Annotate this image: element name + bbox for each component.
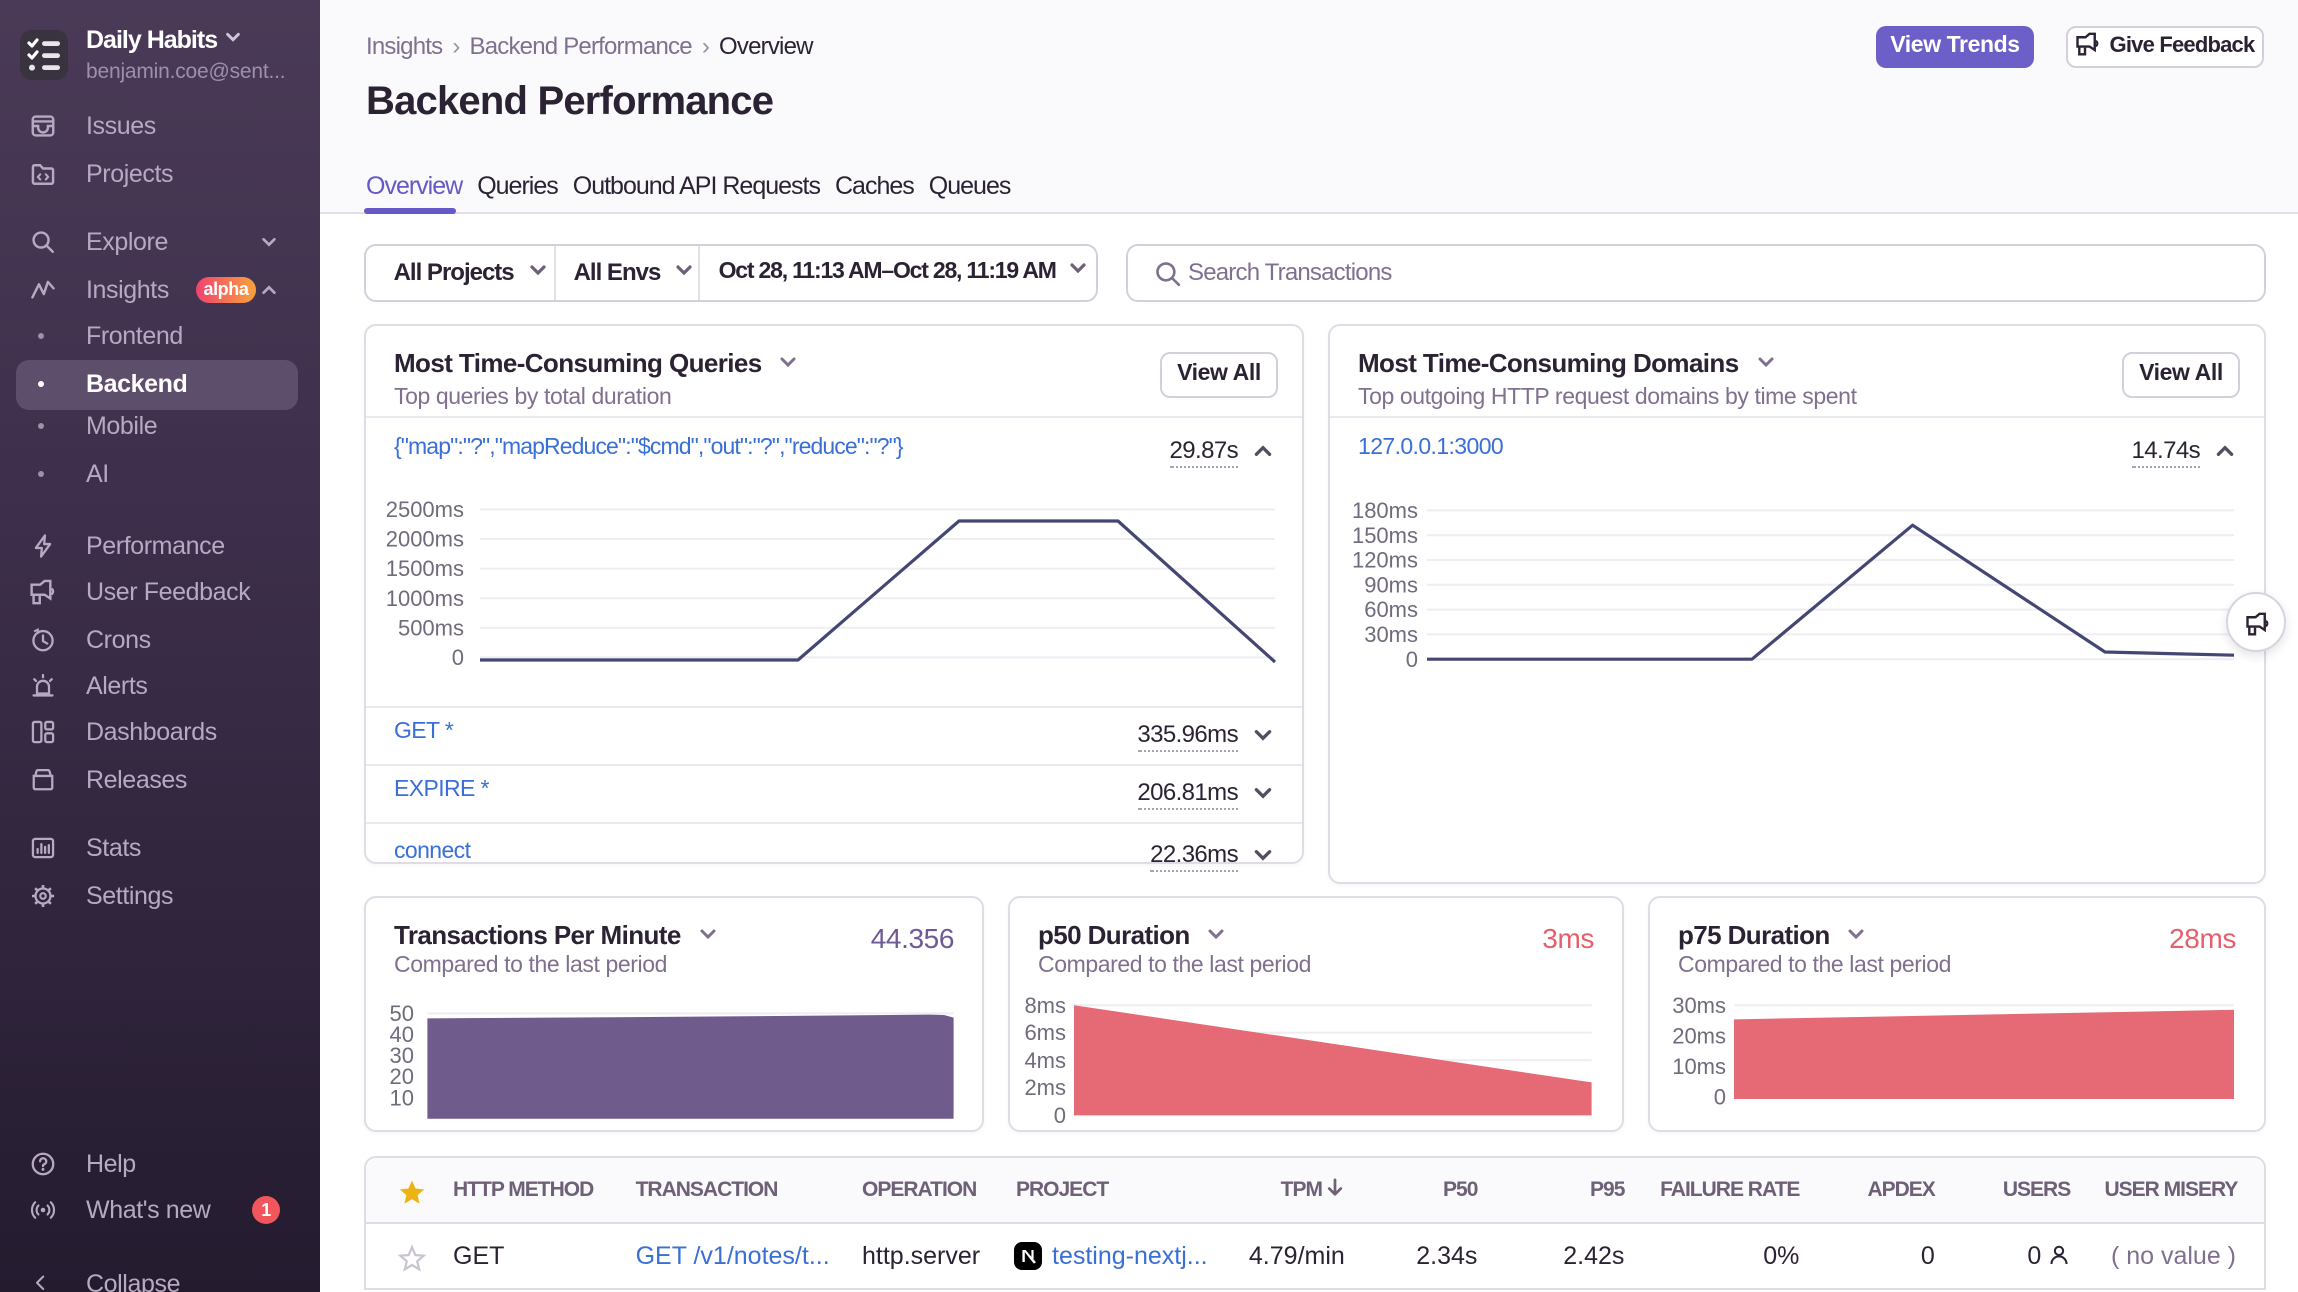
- svg-text:90ms: 90ms: [1364, 572, 1418, 597]
- svg-text:8ms: 8ms: [1024, 993, 1066, 1018]
- svg-text:6ms: 6ms: [1024, 1020, 1066, 1045]
- svg-text:1000ms: 1000ms: [386, 586, 464, 611]
- svg-text:10ms: 10ms: [1672, 1054, 1726, 1079]
- svg-text:0: 0: [1406, 647, 1418, 672]
- svg-text:1500ms: 1500ms: [386, 556, 464, 581]
- svg-text:500ms: 500ms: [398, 615, 464, 640]
- svg-text:30ms: 30ms: [1364, 622, 1418, 647]
- svg-text:0: 0: [452, 645, 464, 670]
- svg-text:20ms: 20ms: [1672, 1023, 1726, 1048]
- svg-text:180ms: 180ms: [1352, 498, 1418, 523]
- svg-text:10: 10: [390, 1085, 414, 1110]
- svg-text:0: 0: [1714, 1085, 1726, 1110]
- svg-text:150ms: 150ms: [1352, 523, 1418, 548]
- svg-text:4ms: 4ms: [1024, 1048, 1066, 1073]
- svg-text:0: 0: [1054, 1103, 1066, 1124]
- svg-text:60ms: 60ms: [1364, 597, 1418, 622]
- svg-text:120ms: 120ms: [1352, 548, 1418, 573]
- svg-text:2500ms: 2500ms: [386, 497, 464, 522]
- svg-text:2000ms: 2000ms: [386, 527, 464, 552]
- svg-text:2ms: 2ms: [1024, 1075, 1066, 1100]
- svg-text:30ms: 30ms: [1672, 996, 1726, 1018]
